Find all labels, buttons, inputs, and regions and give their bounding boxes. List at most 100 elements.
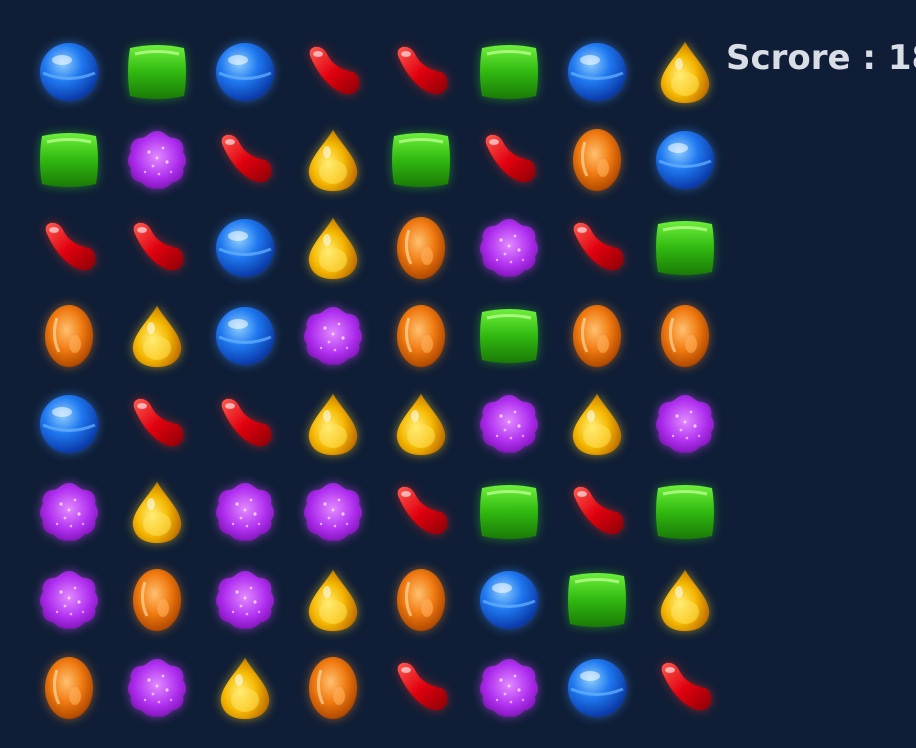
blue-round-candy-icon [213,216,277,284]
board-cell[interactable] [377,382,465,470]
purple-cluster-candy-icon [477,656,541,724]
board-cell[interactable] [25,118,113,206]
board-cell[interactable] [25,206,113,294]
blue-round-candy-icon [37,392,101,460]
board-cell[interactable] [201,206,289,294]
board-cell[interactable] [25,30,113,118]
green-square-candy-icon [477,480,541,548]
board-cell[interactable] [641,558,729,646]
board-cell[interactable] [113,470,201,558]
orange-oval-candy-icon [389,304,453,372]
red-bean-candy-icon [301,40,365,108]
green-square-candy-icon [477,304,541,372]
board-cell[interactable] [201,558,289,646]
board-cell[interactable] [25,382,113,470]
board-cell[interactable] [289,118,377,206]
board-cell[interactable] [113,206,201,294]
board-cell[interactable] [289,206,377,294]
board-cell[interactable] [641,294,729,382]
orange-oval-candy-icon [565,304,629,372]
board-cell[interactable] [553,382,641,470]
board-cell[interactable] [377,470,465,558]
board-cell[interactable] [465,294,553,382]
board-cell[interactable] [289,294,377,382]
red-bean-candy-icon [565,216,629,284]
board-cell[interactable] [113,558,201,646]
board-cell[interactable] [201,382,289,470]
board-cell[interactable] [641,646,729,734]
orange-oval-candy-icon [389,216,453,284]
board-cell[interactable] [113,382,201,470]
board-cell[interactable] [465,30,553,118]
blue-round-candy-icon [565,656,629,724]
yellow-drop-candy-icon [653,568,717,636]
board-cell[interactable] [553,558,641,646]
board-cell[interactable] [289,646,377,734]
yellow-drop-candy-icon [125,304,189,372]
board-cell[interactable] [465,118,553,206]
board-cell[interactable] [289,558,377,646]
board-cell[interactable] [553,206,641,294]
red-bean-candy-icon [125,392,189,460]
yellow-drop-candy-icon [653,40,717,108]
board-cell[interactable] [553,118,641,206]
board-cell[interactable] [201,470,289,558]
board-cell[interactable] [641,470,729,558]
board-cell[interactable] [201,646,289,734]
board-cell[interactable] [641,382,729,470]
board-cell[interactable] [377,558,465,646]
red-bean-candy-icon [389,40,453,108]
board-cell[interactable] [113,646,201,734]
board-cell[interactable] [113,118,201,206]
red-bean-candy-icon [125,216,189,284]
board-cell[interactable] [289,470,377,558]
board-cell[interactable] [201,118,289,206]
board-cell[interactable] [465,558,553,646]
red-bean-candy-icon [565,480,629,548]
board-cell[interactable] [553,470,641,558]
orange-oval-candy-icon [37,656,101,724]
red-bean-candy-icon [389,480,453,548]
orange-oval-candy-icon [653,304,717,372]
board-cell[interactable] [201,30,289,118]
red-bean-candy-icon [37,216,101,284]
purple-cluster-candy-icon [301,480,365,548]
board-cell[interactable] [641,118,729,206]
board-cell[interactable] [25,470,113,558]
blue-round-candy-icon [653,128,717,196]
board-cell[interactable] [377,206,465,294]
green-square-candy-icon [565,568,629,636]
red-bean-candy-icon [389,656,453,724]
board-cell[interactable] [289,30,377,118]
board-cell[interactable] [377,294,465,382]
board-cell[interactable] [641,206,729,294]
board-cell[interactable] [377,646,465,734]
green-square-candy-icon [389,128,453,196]
board-cell[interactable] [25,294,113,382]
board-cell[interactable] [113,294,201,382]
board-cell[interactable] [465,382,553,470]
orange-oval-candy-icon [565,128,629,196]
board-cell[interactable] [377,30,465,118]
board-cell[interactable] [25,558,113,646]
board-cell[interactable] [553,646,641,734]
board-cell[interactable] [113,30,201,118]
board-cell[interactable] [641,30,729,118]
purple-cluster-candy-icon [301,304,365,372]
blue-round-candy-icon [37,40,101,108]
board-cell[interactable] [553,30,641,118]
green-square-candy-icon [125,40,189,108]
board-cell[interactable] [201,294,289,382]
board-cell[interactable] [553,294,641,382]
board-cell[interactable] [465,646,553,734]
board-cell[interactable] [377,118,465,206]
board-cell[interactable] [25,646,113,734]
yellow-drop-candy-icon [301,392,365,460]
board-cell[interactable] [465,470,553,558]
board-cell[interactable] [289,382,377,470]
red-bean-candy-icon [477,128,541,196]
yellow-drop-candy-icon [565,392,629,460]
yellow-drop-candy-icon [301,568,365,636]
board-cell[interactable] [465,206,553,294]
blue-round-candy-icon [477,568,541,636]
